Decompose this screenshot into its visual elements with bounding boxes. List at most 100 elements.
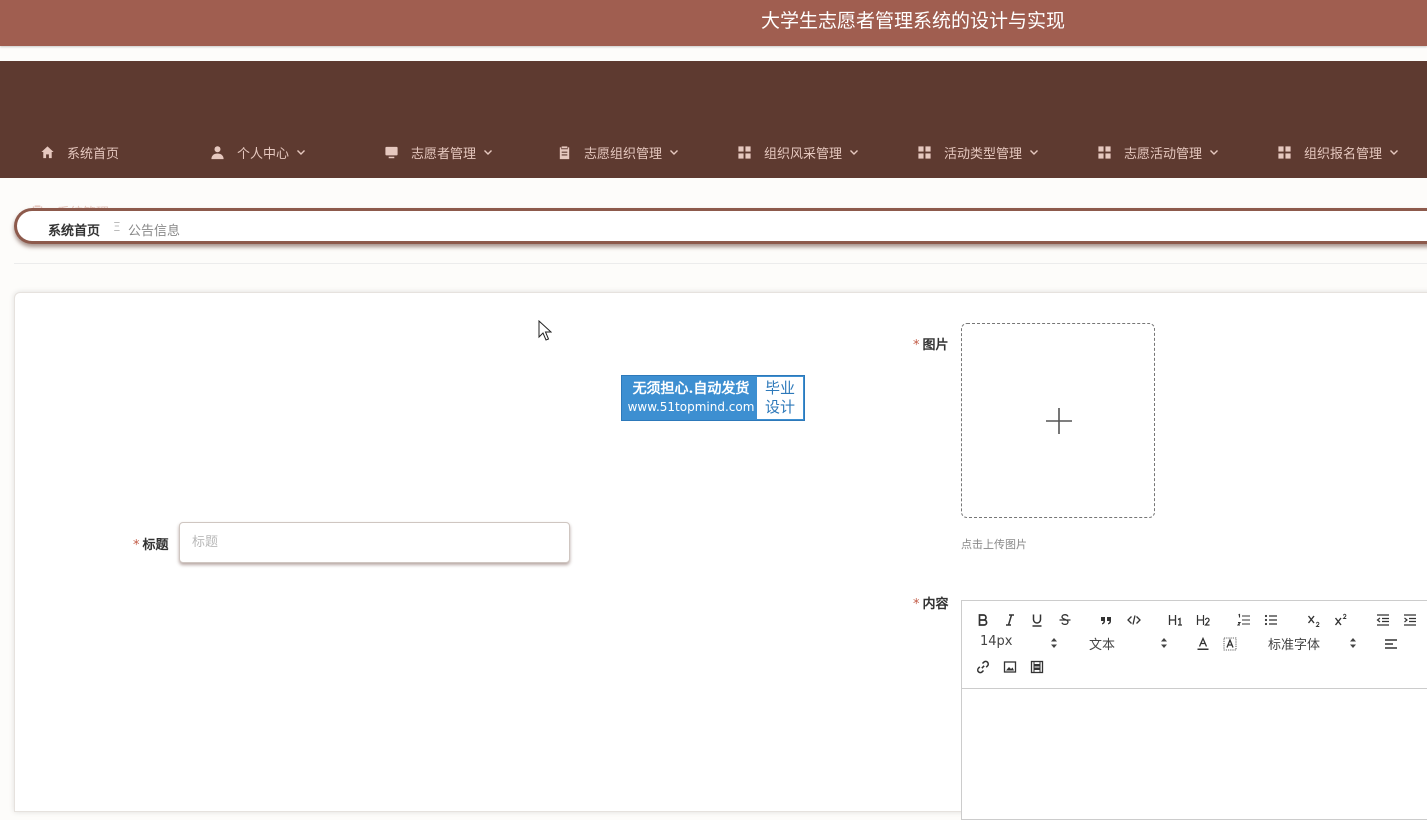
block-format-value: 文本: [1089, 638, 1116, 653]
chevron-down-icon: [484, 150, 493, 155]
chevron-down-icon: [297, 150, 306, 155]
subscript-icon: [1307, 615, 1320, 627]
title-label-text: 标题: [142, 538, 169, 553]
chevron-down-icon: [1390, 150, 1399, 155]
select-arrows-icon: [1161, 638, 1167, 648]
content-label: * 内容: [913, 593, 949, 612]
blockquote-button[interactable]: [1096, 611, 1116, 629]
title-input[interactable]: [179, 522, 570, 563]
align-left-icon: [1385, 639, 1397, 649]
nav-item-label: 志愿组织管理: [584, 146, 663, 162]
nav-item-label: 活动类型管理: [944, 146, 1023, 162]
image-label-text: 图片: [922, 338, 949, 353]
breadcrumb-current: 公告信息: [128, 224, 181, 239]
nav-item-label: 系统首页: [67, 146, 120, 162]
grid-icon: [738, 145, 751, 159]
divider: [14, 263, 1427, 264]
nav-item-label: 志愿者管理: [411, 146, 477, 162]
plus-icon: [1046, 408, 1072, 434]
video-button[interactable]: [1027, 658, 1047, 676]
form-panel: 无须担心.自动发货 www.51topmind.com 毕业 设计 *标题 *图…: [14, 292, 1427, 820]
link-icon: [977, 660, 989, 674]
mouse-cursor-icon: [538, 320, 552, 341]
nav-item-volunteer-activity-management[interactable]: 志愿活动管理: [1097, 140, 1219, 164]
font-size-select[interactable]: 14px: [980, 634, 1060, 654]
home-icon: [41, 145, 54, 158]
bullet-list-button[interactable]: [1261, 611, 1281, 629]
rich-text-editor: 14px 文本 标准字体: [961, 600, 1427, 820]
watermark-badge: 无须担心.自动发货 www.51topmind.com 毕业 设计: [621, 375, 805, 421]
chevron-down-icon: [1030, 150, 1039, 155]
app-title: 大学生志愿者管理系统的设计与实现: [761, 10, 1066, 32]
nav-item-organization-management[interactable]: 志愿组织管理: [557, 140, 679, 164]
watermark-side2: 设计: [764, 398, 795, 416]
nav-item-label: 志愿活动管理: [1124, 146, 1203, 162]
main-nav: 系统首页 个人中心 志愿者管理 志愿组织管理 组织风采管理 活动类型管理 志愿活…: [0, 61, 1427, 221]
strikethrough-icon: [1059, 614, 1071, 626]
nav-item-label: 个人中心: [237, 146, 290, 162]
indent-button[interactable]: [1400, 611, 1420, 629]
nav-item-home[interactable]: 系统首页: [40, 140, 119, 164]
watermark-line2: www.51topmind.com: [627, 400, 755, 414]
video-icon: [1030, 660, 1044, 674]
nav-item-label: 组织风采管理: [764, 146, 843, 162]
nav-item-organization-showcase[interactable]: 组织风采管理: [737, 140, 859, 164]
watermark-line1: 无须担心.自动发货: [632, 381, 750, 397]
bullet-list-icon: [1264, 614, 1277, 626]
nav-item-label: 组织报名管理: [1304, 146, 1383, 162]
grid-icon: [918, 145, 931, 159]
select-arrows-icon: [1051, 638, 1057, 648]
italic-icon: [1006, 614, 1014, 626]
breadcrumb-separator: Ξ: [113, 220, 121, 234]
nav-item-organization-signup-management[interactable]: 组织报名管理: [1277, 140, 1399, 164]
ordered-list-icon: [1237, 613, 1250, 626]
background-color-button[interactable]: [1220, 635, 1240, 653]
text-color-button[interactable]: [1193, 635, 1213, 653]
header-bar: 大学生志愿者管理系统的设计与实现: [0, 0, 1427, 46]
background-color-icon: [1223, 637, 1237, 651]
watermark-text: 无须担心.自动发货 www.51topmind.com: [625, 380, 757, 416]
heading-2-icon: [1196, 615, 1210, 626]
bold-icon: [978, 614, 988, 626]
image-button[interactable]: [1000, 658, 1020, 676]
font-size-value: 14px: [980, 634, 1013, 649]
superscript-button[interactable]: [1331, 611, 1351, 629]
text-color-icon: [1197, 637, 1209, 650]
image-label: * 图片: [913, 334, 949, 353]
monitor-icon: [385, 146, 398, 158]
required-mark: *: [133, 538, 140, 553]
clipboard-icon: [559, 145, 570, 159]
superscript-icon: [1334, 613, 1347, 626]
underline-icon: [1032, 614, 1042, 627]
nav-item-personal-center[interactable]: 个人中心: [210, 140, 306, 164]
font-family-select[interactable]: 标准字体: [1268, 634, 1358, 654]
outdent-icon: [1376, 614, 1389, 626]
required-mark: *: [913, 597, 920, 612]
outdent-button[interactable]: [1373, 611, 1393, 629]
ordered-list-button[interactable]: [1234, 611, 1254, 629]
chevron-down-icon: [1210, 150, 1219, 155]
h1-button[interactable]: [1165, 611, 1185, 629]
breadcrumb-home[interactable]: 系统首页: [48, 220, 100, 239]
strike-button[interactable]: [1055, 611, 1075, 629]
user-icon: [211, 145, 224, 159]
indent-icon: [1404, 614, 1416, 626]
subscript-button[interactable]: [1304, 611, 1324, 629]
code-icon: [1127, 615, 1141, 625]
underline-button[interactable]: [1027, 611, 1047, 629]
nav-item-activity-type-management[interactable]: 活动类型管理: [917, 140, 1039, 164]
h2-button[interactable]: [1193, 611, 1213, 629]
editor-toolbar: 14px 文本 标准字体: [962, 601, 1427, 689]
italic-button[interactable]: [1000, 611, 1020, 629]
title-label: * 标题: [133, 534, 169, 553]
block-format-select[interactable]: 文本: [1089, 634, 1169, 654]
chevron-down-icon: [850, 150, 859, 155]
code-block-button[interactable]: [1124, 611, 1144, 629]
bold-button[interactable]: [973, 611, 993, 629]
watermark-side1: 毕业: [764, 379, 795, 397]
link-button[interactable]: [973, 658, 993, 676]
nav-item-volunteer-management[interactable]: 志愿者管理: [384, 140, 493, 164]
align-button[interactable]: [1381, 635, 1401, 653]
image-icon: [1003, 661, 1017, 673]
image-upload[interactable]: [961, 323, 1155, 518]
